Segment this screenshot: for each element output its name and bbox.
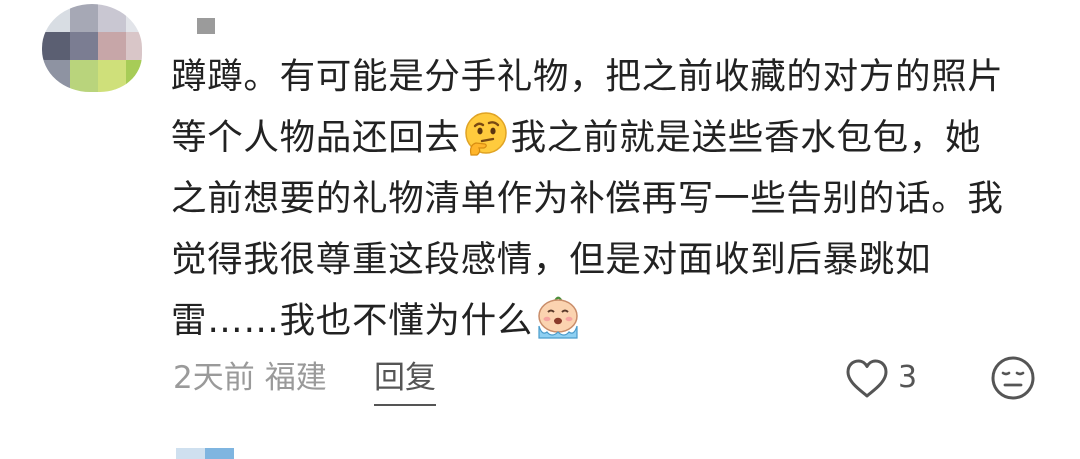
comment-time: 2天前 xyxy=(173,360,255,396)
reply-button[interactable]: 回复 xyxy=(374,356,436,406)
username-blurred[interactable] xyxy=(197,18,215,34)
comment-location: 福建 xyxy=(264,360,327,396)
comment-line-2: 等个人物品还回去 xyxy=(171,117,461,158)
comment-line-3: 我之前就是送些香水包包，她 xyxy=(510,117,982,158)
comment-line-5: 觉得我很尊重这段感情，但是对面收到后暴跳如 xyxy=(171,239,932,280)
meh-face-icon[interactable] xyxy=(989,354,1037,402)
crying-face-emoji-icon xyxy=(535,294,581,340)
comment-line-1: 蹲蹲。有可能是分手礼物，把之前收藏的对方的照片 xyxy=(171,56,1004,97)
comment-meta: 2天前 福建 xyxy=(173,356,327,400)
comment-line-4: 之前想要的礼物清单作为补偿再写一些告别的话。我 xyxy=(171,178,1004,219)
comment-line-6: 雷……我也不懂为什么 xyxy=(171,300,534,341)
next-comment-avatar-blurred[interactable] xyxy=(176,448,234,459)
thinking-face-emoji-icon xyxy=(463,111,509,157)
commenter-avatar-blurred[interactable] xyxy=(42,4,142,92)
heart-outline-icon[interactable] xyxy=(844,357,890,401)
comment-text: 蹲蹲。有可能是分手礼物，把之前收藏的对方的照片 等个人物品还回去 我之前就是送些香… xyxy=(171,46,1051,351)
like-count: 3 xyxy=(898,360,918,395)
